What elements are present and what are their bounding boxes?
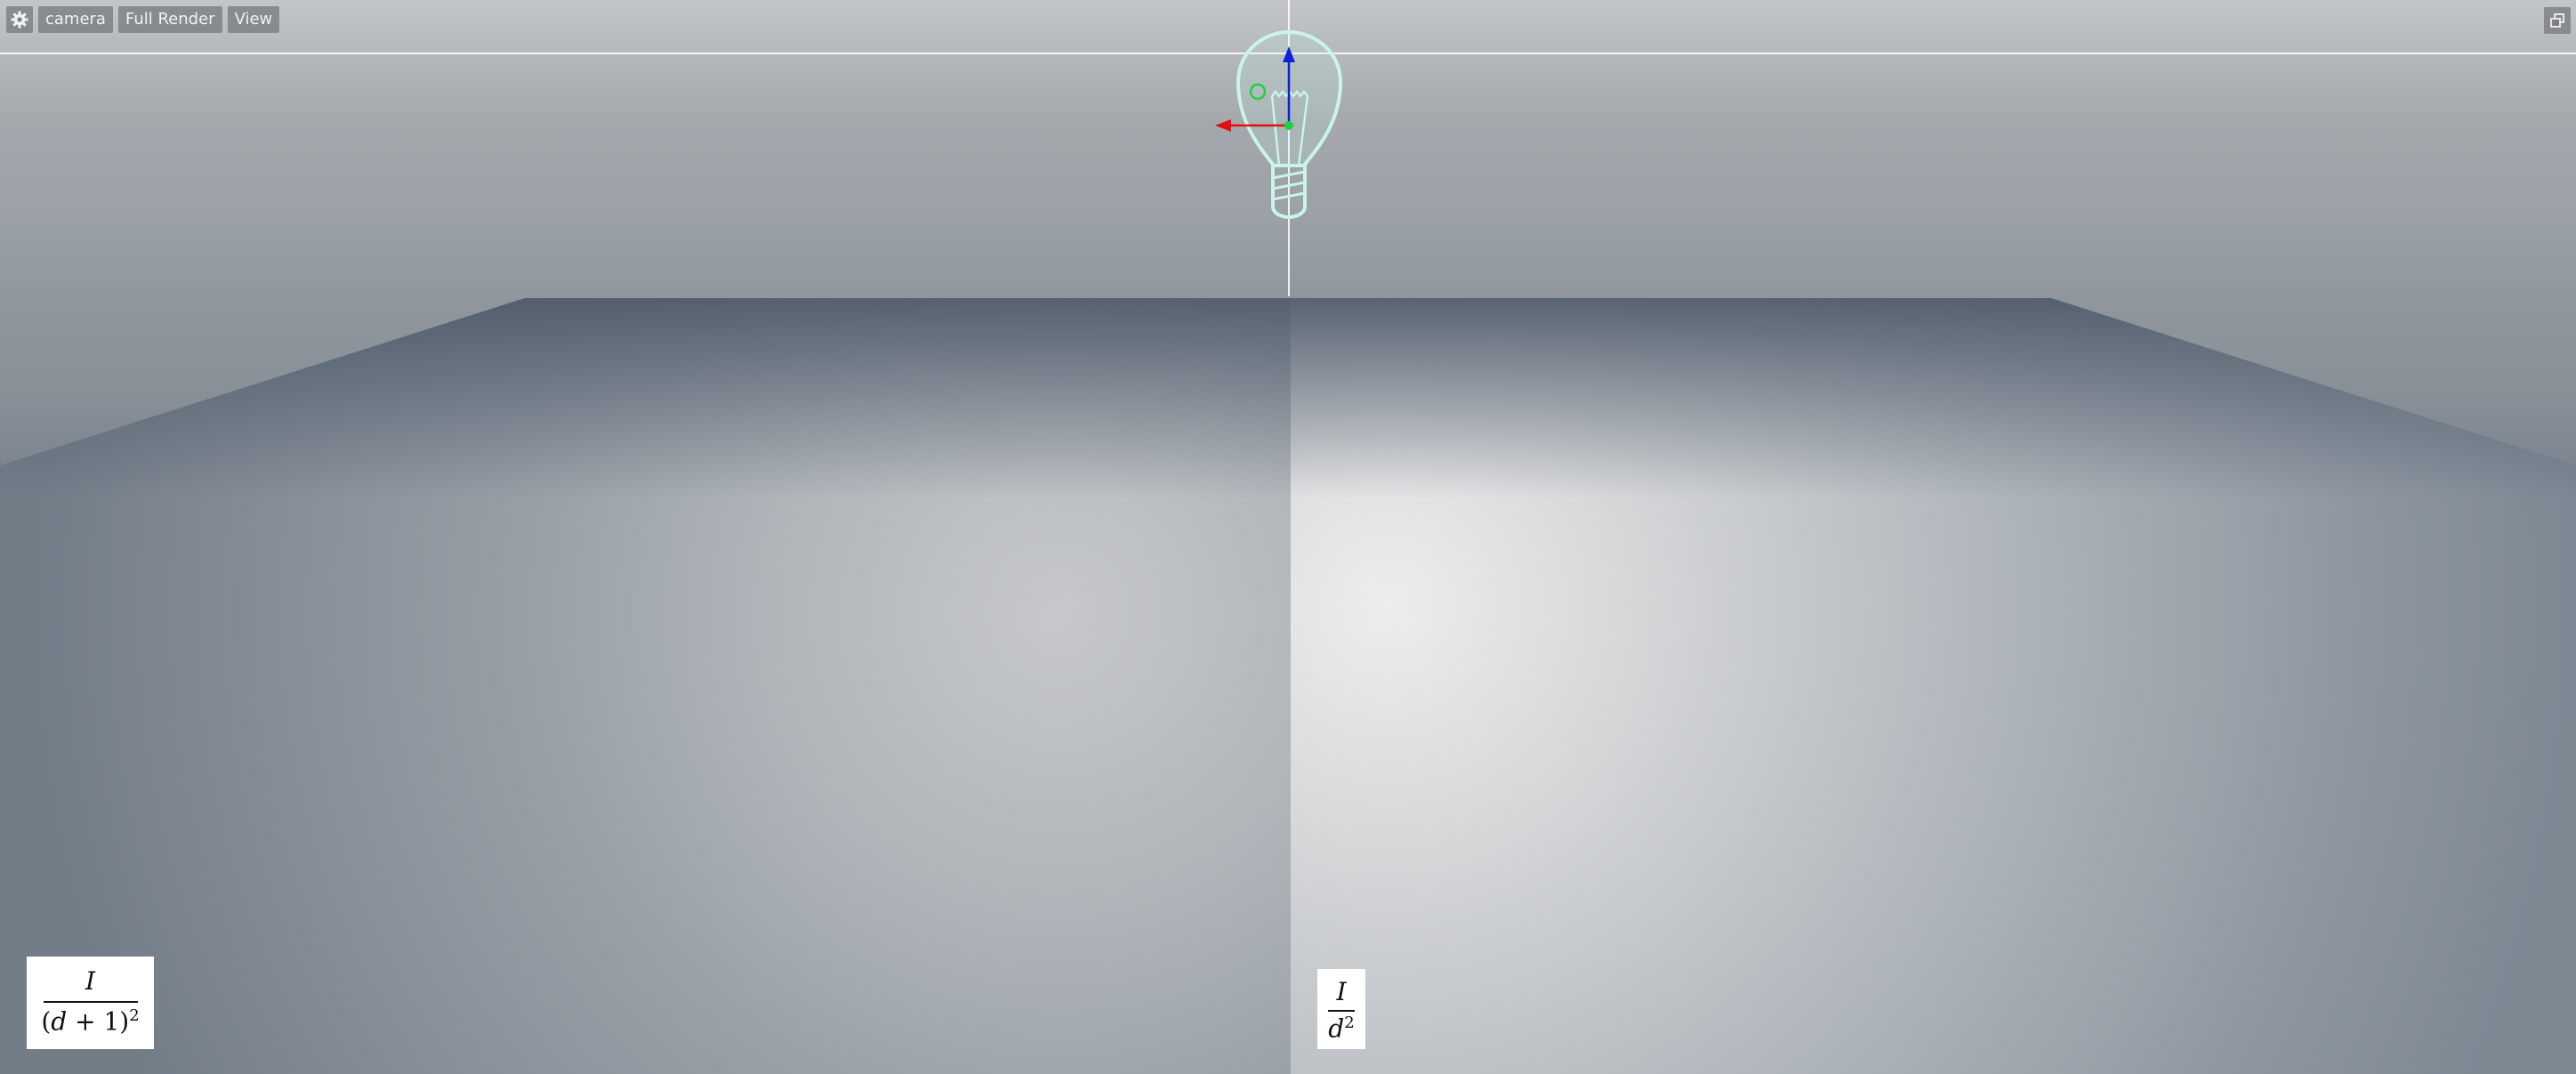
camera-button[interactable]: camera [38, 6, 113, 33]
scene-canvas[interactable] [0, 0, 2576, 1074]
fraction-bar [1328, 1010, 1355, 1012]
formula-linear-falloff: I (d + 1)2 [27, 957, 154, 1049]
fraction-bar [43, 1001, 138, 1003]
formula-right-denominator: d2 [1328, 1013, 1355, 1044]
restore-window-button[interactable] [2544, 7, 2571, 34]
formula-inverse-square: I d2 [1317, 969, 1365, 1049]
formula-left-denominator: (d + 1)2 [41, 1006, 140, 1037]
gizmo-x-arrow [1215, 119, 1231, 132]
gear-icon [11, 11, 28, 28]
full-render-button[interactable]: Full Render [117, 6, 222, 33]
3d-viewport[interactable]: camera Full Render View I (d + 1)2 I d2 [0, 0, 2576, 1074]
gizmo-center [1284, 121, 1293, 130]
formula-right-numerator: I [1336, 977, 1347, 1006]
formula-left-numerator: I [85, 966, 96, 996]
viewport-toolbar: camera Full Render View [6, 6, 280, 33]
restore-window-icon [2550, 13, 2564, 28]
view-button[interactable]: View [227, 6, 280, 33]
settings-button[interactable] [6, 6, 33, 33]
